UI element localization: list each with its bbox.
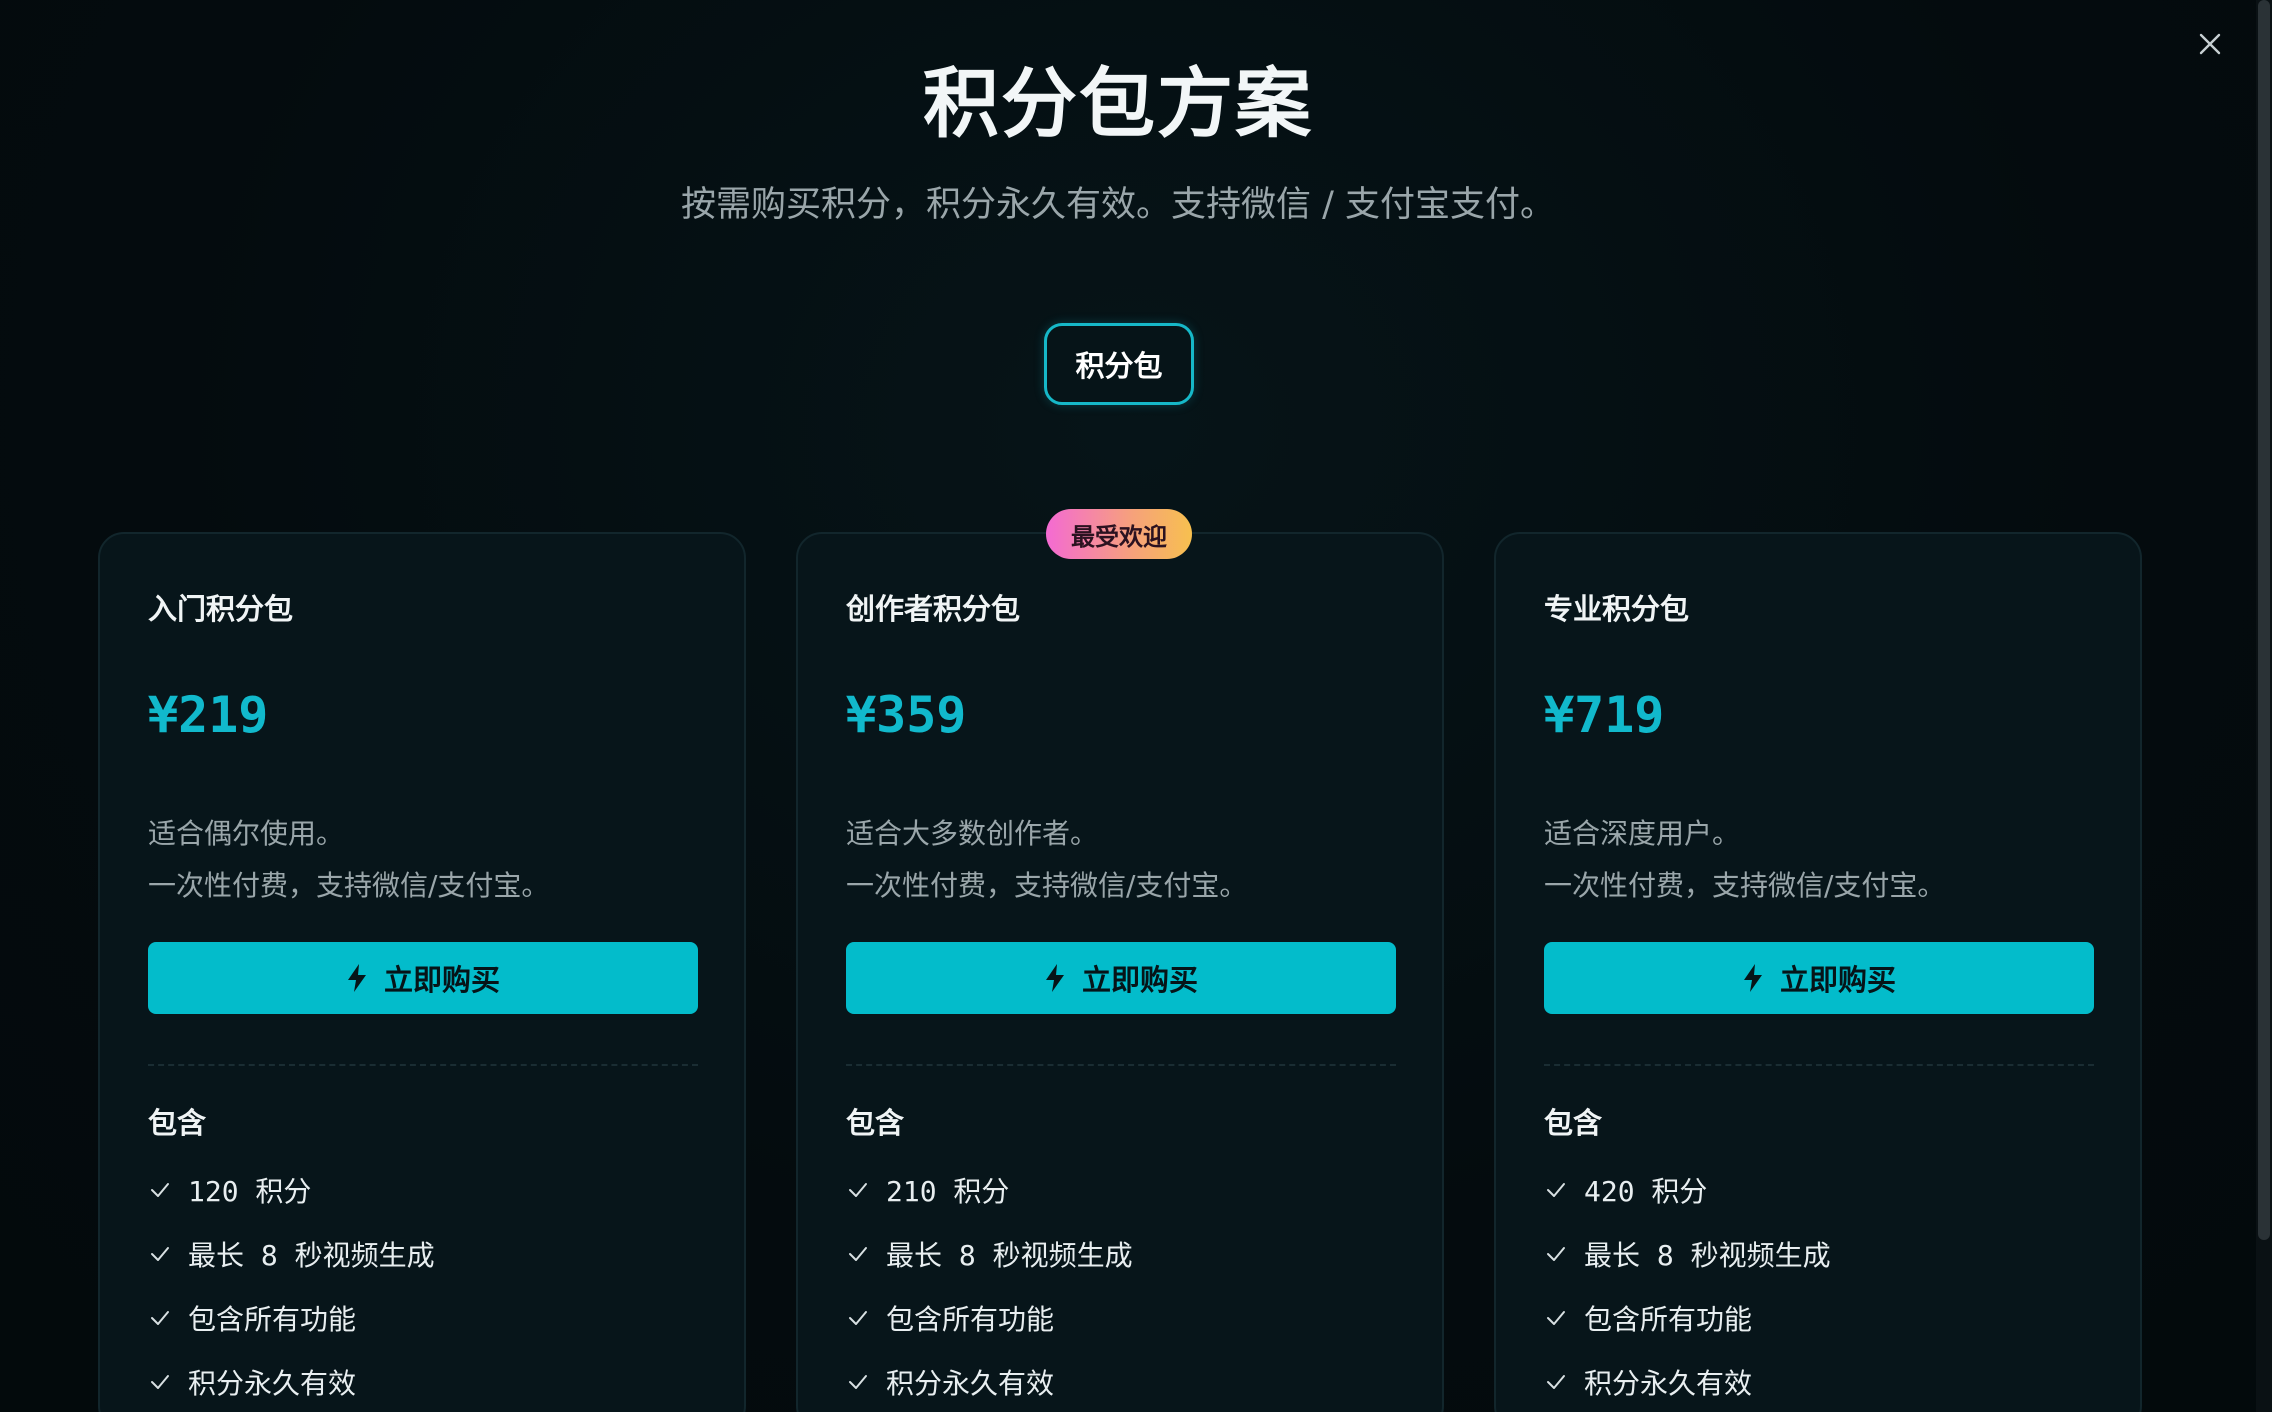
feature-text: 最长 8 秒视频生成 [1584, 1239, 1831, 1272]
check-icon [849, 1375, 867, 1389]
check-icon [1547, 1247, 1565, 1261]
check-icon [1547, 1375, 1565, 1389]
feature-list: 120 积分 最长 8 秒视频生成 包含所有功能 积分永久有效 [148, 1158, 435, 1412]
page-title: 积分包方案 [923, 59, 1313, 148]
divider [1544, 1064, 2094, 1066]
plan-desc-line: 适合大多数创作者。 [846, 817, 1099, 850]
feature-item: 积分永久有效 [846, 1350, 1133, 1412]
plan-price: ¥219 [148, 686, 269, 744]
feature-item: 包含所有功能 [846, 1286, 1133, 1350]
lightning-icon [347, 964, 366, 992]
popular-badge: 最受欢迎 [1046, 509, 1192, 559]
plan-desc-line: 一次性付费，支持微信/支付宝。 [1544, 869, 1946, 902]
check-icon [151, 1311, 169, 1325]
lightning-icon [1743, 964, 1762, 992]
plan-name: 入门积分包 [148, 592, 294, 626]
feature-list: 420 积分 最长 8 秒视频生成 包含所有功能 积分永久有效 [1544, 1158, 1831, 1412]
feature-text: 包含所有功能 [188, 1303, 357, 1336]
lightning-icon [1045, 964, 1064, 992]
feature-text: 包含所有功能 [1584, 1303, 1753, 1336]
plan-description: 适合大多数创作者。 一次性付费，支持微信/支付宝。 [846, 808, 1247, 912]
plan-description: 适合偶尔使用。 一次性付费，支持微信/支付宝。 [148, 808, 549, 912]
plan-price: ¥719 [1544, 686, 1665, 744]
plan-card-starter: 入门积分包 ¥219 适合偶尔使用。 一次性付费，支持微信/支付宝。 立即购买 … [98, 532, 746, 1412]
feature-item: 最长 8 秒视频生成 [148, 1222, 435, 1286]
includes-heading: 包含 [846, 1106, 905, 1140]
check-icon [151, 1183, 169, 1197]
plan-card-pro: 专业积分包 ¥719 适合深度用户。 一次性付费，支持微信/支付宝。 立即购买 … [1494, 532, 2142, 1412]
buy-now-button[interactable]: 立即购买 [846, 942, 1396, 1014]
buy-button-label: 立即购买 [383, 963, 500, 997]
pricing-modal: 积分包方案 按需购买积分，积分永久有效。支持微信 / 支付宝支付。 积分包 入门… [0, 0, 2272, 1412]
plan-desc-line: 适合偶尔使用。 [148, 817, 345, 850]
feature-text: 210 积分 [886, 1175, 1010, 1208]
divider [148, 1064, 698, 1066]
feature-item: 包含所有功能 [148, 1286, 435, 1350]
buy-button-label: 立即购买 [1779, 963, 1896, 997]
buy-button-label: 立即购买 [1081, 963, 1198, 997]
check-icon [151, 1375, 169, 1389]
feature-item: 积分永久有效 [148, 1350, 435, 1412]
check-icon [849, 1183, 867, 1197]
check-icon [1547, 1311, 1565, 1325]
scrollbar-thumb[interactable] [2258, 0, 2270, 1240]
check-icon [1547, 1183, 1565, 1197]
tab-credit-pack[interactable]: 积分包 [1044, 323, 1194, 405]
check-icon [151, 1247, 169, 1261]
buy-now-button[interactable]: 立即购买 [1544, 942, 2094, 1014]
feature-item: 120 积分 [148, 1158, 435, 1222]
plan-card-creator: 创作者积分包 ¥359 适合大多数创作者。 一次性付费，支持微信/支付宝。 立即… [796, 532, 1444, 1412]
feature-text: 最长 8 秒视频生成 [886, 1239, 1133, 1272]
feature-list: 210 积分 最长 8 秒视频生成 包含所有功能 积分永久有效 [846, 1158, 1133, 1412]
feature-item: 最长 8 秒视频生成 [1544, 1222, 1831, 1286]
feature-text: 积分永久有效 [886, 1367, 1055, 1400]
plan-desc-line: 一次性付费，支持微信/支付宝。 [846, 869, 1248, 902]
feature-item: 最长 8 秒视频生成 [846, 1222, 1133, 1286]
feature-text: 420 积分 [1584, 1175, 1708, 1208]
check-icon [849, 1247, 867, 1261]
plan-price: ¥359 [846, 686, 967, 744]
feature-text: 120 积分 [188, 1175, 312, 1208]
check-icon [849, 1311, 867, 1325]
scrollbar[interactable] [2256, 0, 2272, 1412]
feature-item: 积分永久有效 [1544, 1350, 1831, 1412]
plan-desc-line: 一次性付费，支持微信/支付宝。 [148, 869, 550, 902]
feature-text: 最长 8 秒视频生成 [188, 1239, 435, 1272]
plan-name: 专业积分包 [1544, 592, 1690, 626]
feature-item: 420 积分 [1544, 1158, 1831, 1222]
plan-name: 创作者积分包 [846, 592, 1021, 626]
includes-heading: 包含 [1544, 1106, 1603, 1140]
feature-text: 积分永久有效 [188, 1367, 357, 1400]
buy-now-button[interactable]: 立即购买 [148, 942, 698, 1014]
plan-desc-line: 适合深度用户。 [1544, 817, 1741, 850]
feature-item: 210 积分 [846, 1158, 1133, 1222]
divider [846, 1064, 1396, 1066]
feature-text: 积分永久有效 [1584, 1367, 1753, 1400]
includes-heading: 包含 [148, 1106, 207, 1140]
page-subtitle: 按需购买积分，积分永久有效。支持微信 / 支付宝支付。 [680, 185, 1556, 225]
plan-description: 适合深度用户。 一次性付费，支持微信/支付宝。 [1544, 808, 1945, 912]
feature-item: 包含所有功能 [1544, 1286, 1831, 1350]
feature-text: 包含所有功能 [886, 1303, 1055, 1336]
